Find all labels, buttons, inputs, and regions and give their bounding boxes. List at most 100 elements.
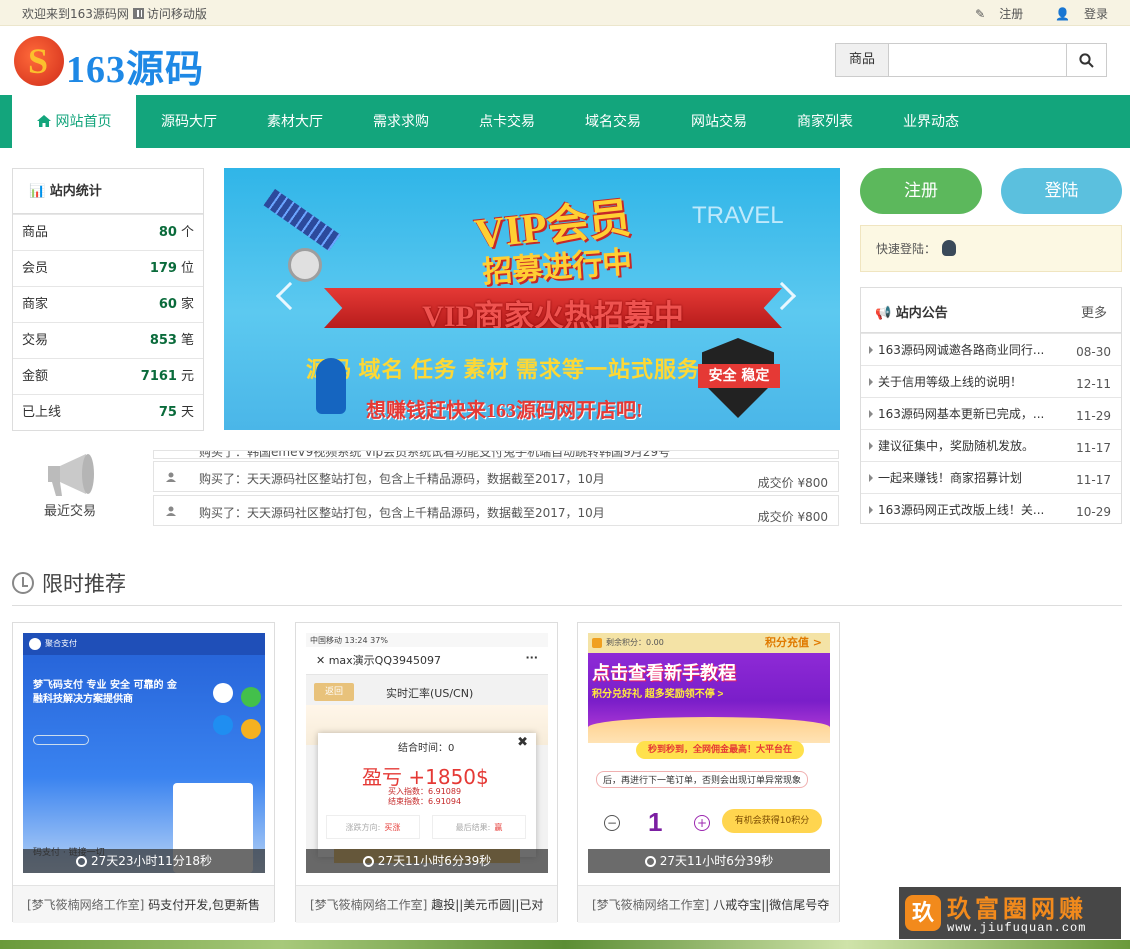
- announcement-text: 163源码网诚邀各路商业同行...: [878, 343, 1045, 357]
- qq-icon[interactable]: [942, 240, 957, 256]
- banner-cta: 想赚钱赶快来163源码网开店吧!: [366, 400, 643, 422]
- promo-subtitle: 积分兑好礼 超多奖励领不停 >: [592, 689, 724, 700]
- stats-header: 📊 站内统计: [13, 169, 203, 214]
- robot-mascot-icon: [316, 358, 346, 414]
- product-title[interactable]: [梦飞筱楠网络工作室] 八戒夺宝||微信尾号夺: [578, 885, 839, 923]
- top-login-link[interactable]: 👤 登录: [1041, 7, 1108, 21]
- logo-mark-icon: [14, 36, 64, 86]
- phone-rate-label: 实时汇率(US/CN): [386, 687, 474, 700]
- announcement-text: 一起来赚钱！商家招募计划: [878, 471, 1023, 485]
- stat-unit: 位: [180, 261, 194, 276]
- product-title[interactable]: [梦飞筱楠网络工作室] 码支付开发,包更新售: [13, 885, 274, 923]
- mobile-link[interactable]: 访问移动版: [147, 7, 207, 21]
- announcement-item[interactable]: 建议征集中，奖励随机发放。 11-17: [861, 429, 1121, 461]
- trade-text: 购买了：天天源码社区整站打包，包含上千精品源码，数据截至2017，10月: [199, 506, 605, 520]
- user-icon: 👤: [1055, 7, 1070, 21]
- product-card[interactable]: 剩余积分：0.00 积分充值 > 点击查看新手教程 积分兑好礼 超多奖励领不停 >…: [577, 622, 840, 923]
- more-icon: ···: [525, 651, 538, 664]
- nav-merchants[interactable]: 商家列表: [772, 95, 878, 148]
- watermark-url: www.jiufuquan.com: [947, 921, 1087, 935]
- product-title[interactable]: [梦飞筱楠网络工作室] 趣投||美元币圆||已对: [296, 885, 557, 923]
- product-image[interactable]: 聚合支付 梦飞码支付 专业 安全 可靠的 金融科技解决方案提供商 码支付 · 链…: [23, 633, 265, 873]
- product-shop: [梦飞筱楠网络工作室]: [27, 898, 145, 912]
- stat-value: 80: [158, 225, 177, 240]
- countdown-timer: 27天11小时6分39秒: [588, 849, 830, 873]
- top-bar: 欢迎来到163源码网 访问移动版 ✎ 注册 👤 登录: [0, 0, 1130, 26]
- watermark-logo-icon: 玖: [905, 895, 941, 931]
- stat-label: 商家: [22, 297, 49, 312]
- bonus-pill: 有机会获得10积分: [722, 809, 822, 833]
- nav-domain-trade[interactable]: 域名交易: [560, 95, 666, 148]
- stat-value: 75: [158, 405, 177, 420]
- stat-label: 商品: [22, 225, 49, 240]
- nav-source-hall[interactable]: 源码大厅: [136, 95, 242, 148]
- watermark: 玖 玖富圈网赚 www.jiufuquan.com: [899, 887, 1121, 939]
- announcement-text: 163源码网基本更新已完成，...: [878, 407, 1045, 421]
- watermark-title: 玖富圈网赚: [947, 897, 1087, 923]
- countdown-text: 27天11小时6分39秒: [377, 854, 492, 868]
- trade-row[interactable]: 购买了：天天源码社区整站打包，包含上千精品源码，数据截至2017，10月 成交价…: [153, 461, 839, 492]
- minus-icon: −: [604, 815, 620, 831]
- site-logo[interactable]: 163源码: [14, 34, 214, 91]
- nav-demand[interactable]: 需求求购: [348, 95, 454, 148]
- product-image-headline: 梦飞码支付 专业 安全 可靠的 金融科技解决方案提供商: [33, 680, 177, 705]
- recent-trades-label: 最近交易: [44, 504, 97, 519]
- login-button[interactable]: 登陆: [1001, 168, 1122, 214]
- nav-material-hall[interactable]: 素材大厅: [242, 95, 348, 148]
- stat-value: 60: [158, 297, 177, 312]
- modal-sell: 结束指数：6.91094: [388, 797, 462, 806]
- announcement-item[interactable]: 163源码网诚邀各路商业同行... 08-30: [861, 333, 1121, 365]
- promo-banner-carousel[interactable]: TRAVEL VIP会员 招募进行中 VIP商家火热招募中 源码 域名 任务 素…: [224, 168, 840, 430]
- search-input[interactable]: [889, 44, 1067, 76]
- welcome-area: 欢迎来到163源码网 访问移动版: [22, 5, 207, 22]
- product-name: 趣投||美元币圆||已对: [431, 898, 544, 912]
- announcement-more-link[interactable]: 更多: [1081, 302, 1107, 321]
- phone-result-modal: 结合时间：0 ✖ 盈亏 +1850$ 买入指数：6.91089 结束指数：6.91…: [318, 733, 536, 857]
- home-icon: [36, 115, 51, 127]
- banner-services: 源码 域名 任务 素材 需求等一站式服务: [306, 357, 701, 382]
- product-name: 八戒夺宝||微信尾号夺: [713, 898, 830, 912]
- product-card[interactable]: 中国移动 13:24 37% ✕ max演示QQ3945097 ··· 返回 实时…: [295, 622, 558, 923]
- carousel-prev-arrow-icon[interactable]: [275, 281, 305, 311]
- product-card[interactable]: 聚合支付 梦飞码支付 专业 安全 可靠的 金融科技解决方案提供商 码支付 · 链…: [12, 622, 275, 923]
- announcement-item[interactable]: 163源码网正式改版上线！关... 10-29: [861, 493, 1121, 525]
- product-shop: [梦飞筱楠网络工作室]: [592, 898, 710, 912]
- modal-direction-value: 买涨: [384, 823, 401, 832]
- trade-text: 购买了：天天源码社区整站打包，包含上千精品源码，数据截至2017，10月: [199, 472, 605, 486]
- app-icon: [213, 683, 233, 703]
- close-icon: ✖: [517, 735, 528, 750]
- product-image[interactable]: 中国移动 13:24 37% ✕ max演示QQ3945097 ··· 返回 实时…: [306, 633, 548, 873]
- user-icon: [166, 472, 176, 482]
- trade-text: 购买了：韩国emeV9视频系统 vip会员系统试看功能支付兔手机端自动跳转韩国9…: [199, 450, 671, 459]
- modal-result: 最后结果: 赢: [432, 815, 526, 839]
- announcement-item[interactable]: 一起来赚钱！商家招募计划 11-17: [861, 461, 1121, 493]
- nav-card-trade[interactable]: 点卡交易: [454, 95, 560, 148]
- search-button[interactable]: [1066, 44, 1106, 76]
- announcement-text: 关于信用等级上线的说明！: [878, 375, 1023, 389]
- modal-direction: 涨跌方向: 买涨: [326, 815, 420, 839]
- nav-industry-news[interactable]: 业界动态: [878, 95, 984, 148]
- search-category-select[interactable]: 商品: [836, 44, 889, 76]
- points-text: 剩余积分：0.00: [606, 638, 664, 647]
- product-image[interactable]: 剩余积分：0.00 积分充值 > 点击查看新手教程 积分兑好礼 超多奖励领不停 >…: [588, 633, 830, 873]
- pencil-icon: ✎: [975, 7, 986, 21]
- megaphone-icon: 📢: [875, 306, 892, 321]
- register-button[interactable]: 注册: [860, 168, 982, 214]
- nav-home[interactable]: 网站首页: [12, 95, 136, 148]
- limited-section-title: 限时推荐: [12, 568, 126, 598]
- banner-badge: 安全 稳定: [698, 364, 780, 388]
- product-name: 码支付开发,包更新售: [148, 898, 261, 912]
- modal-direction-label: 涨跌方向:: [345, 823, 381, 832]
- stat-row: 交易 853 笔: [13, 322, 203, 358]
- trade-row[interactable]: 购买了：天天源码社区整站打包，包含上千精品源码，数据截至2017，10月 成交价…: [153, 495, 839, 526]
- announcement-item[interactable]: 关于信用等级上线的说明！ 12-11: [861, 365, 1121, 397]
- nav-website-trade[interactable]: 网站交易: [666, 95, 772, 148]
- quick-login-label: 快速登陆：: [876, 242, 937, 256]
- banner-vip-subtitle: 招募进行中: [481, 245, 634, 290]
- wechat-icon: [241, 687, 261, 707]
- top-register-link[interactable]: ✎ 注册: [961, 7, 1023, 21]
- product-shop: [梦飞筱楠网络工作室]: [310, 898, 428, 912]
- megaphone-icon: [48, 454, 94, 496]
- announcement-item[interactable]: 163源码网基本更新已完成，... 11-29: [861, 397, 1121, 429]
- carousel-next-arrow-icon[interactable]: [767, 281, 797, 311]
